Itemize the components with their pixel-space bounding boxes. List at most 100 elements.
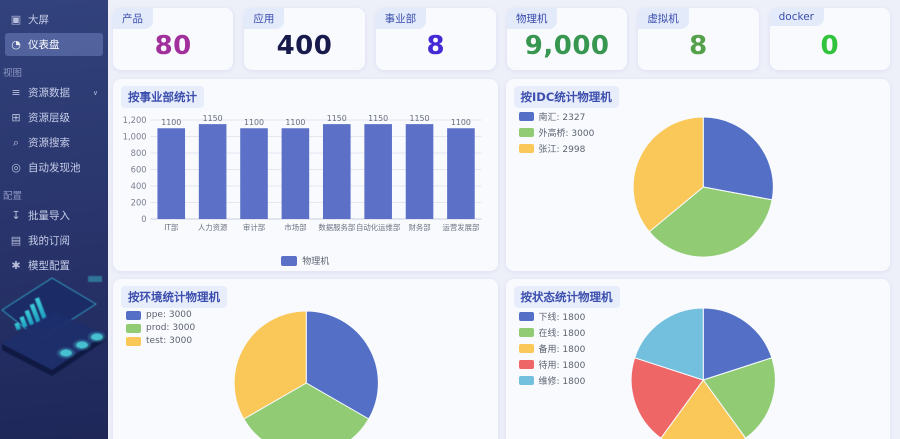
stat-card-label: docker: [770, 8, 824, 26]
sidebar-item-auto-discovery[interactable]: ◎ 自动发现池: [5, 156, 103, 179]
stat-card-value: 400: [244, 31, 364, 61]
svg-text:1100: 1100: [244, 118, 264, 127]
legend-item[interactable]: ppe: 3000: [126, 310, 195, 320]
legend-label: 待用: 1800: [539, 358, 586, 371]
sidebar-item-label: 资源搜索: [28, 135, 70, 150]
legend-item[interactable]: 维修: 1800: [519, 374, 586, 387]
svg-text:1100: 1100: [451, 118, 471, 127]
legend-label: ppe: 3000: [146, 310, 192, 320]
panel-title: 按IDC统计物理机: [514, 86, 619, 108]
panel-pie-by-status: 按状态统计物理机 下线: 1800 在线: 1800 备用: 1800 待用: 180…: [506, 279, 891, 439]
svg-text:1150: 1150: [327, 114, 347, 123]
panel-title: 按状态统计物理机: [514, 286, 620, 308]
legend-item[interactable]: 外高桥: 3000: [519, 126, 595, 139]
sidebar-item-label: 资源数据: [28, 85, 70, 100]
legend-label: 备用: 1800: [539, 342, 586, 355]
svg-text:400: 400: [131, 181, 147, 191]
svg-text:1150: 1150: [368, 114, 388, 123]
stat-card-value: 8: [638, 31, 758, 61]
stat-card-docker: docker 0: [770, 8, 890, 70]
sidebar-item-label: 大屏: [28, 12, 49, 27]
legend-item[interactable]: 在线: 1800: [519, 326, 586, 339]
bar-chart-by-business-unit[interactable]: 02004006008001,0001,2001100IT部1150人力资源11…: [121, 107, 490, 247]
laptop-illustration: [0, 248, 108, 438]
legend-item[interactable]: 待用: 1800: [519, 358, 586, 371]
svg-text:数据服务部: 数据服务部: [318, 222, 355, 232]
sidebar-item-big-screen[interactable]: ▣ 大屏: [5, 8, 103, 31]
stat-card-label: 物理机: [507, 8, 558, 29]
stat-card-value: 9,000: [507, 31, 627, 61]
sidebar-item-dashboard[interactable]: ◔ 仪表盘: [5, 33, 103, 56]
panel-title: 按环境统计物理机: [121, 286, 227, 308]
stat-card-label: 产品: [113, 8, 153, 29]
svg-text:1100: 1100: [285, 118, 305, 127]
svg-text:800: 800: [131, 148, 147, 158]
stat-card-application: 应用 400: [244, 8, 364, 70]
stat-card-business-unit: 事业部 8: [376, 8, 496, 70]
pie-legend: ppe: 3000 prod: 3000 test: 3000: [126, 310, 195, 346]
dashboard-icon: ◔: [10, 38, 22, 51]
discovery-icon: ◎: [10, 161, 22, 174]
main-content: 产品 80 应用 400 事业部 8 物理机 9,000 虚拟机 8 docke…: [108, 0, 900, 439]
legend-item[interactable]: 备用: 1800: [519, 342, 586, 355]
legend-marker: [281, 256, 297, 266]
svg-text:IT部: IT部: [164, 222, 179, 232]
svg-text:1150: 1150: [410, 114, 430, 123]
import-icon: ↧: [10, 209, 22, 222]
charts-grid: 按事业部统计 02004006008001,0001,2001100IT部115…: [113, 79, 890, 439]
svg-text:审计部: 审计部: [243, 222, 266, 232]
search-icon: ⌕: [10, 136, 22, 150]
svg-text:600: 600: [131, 164, 147, 174]
hierarchy-icon: ⊞: [10, 111, 22, 124]
legend-item[interactable]: test: 3000: [126, 336, 195, 346]
stat-card-value: 8: [376, 31, 496, 61]
legend-label: test: 3000: [146, 336, 192, 346]
sidebar-item-resource-data[interactable]: ≡ 资源数据 ∨: [5, 81, 103, 104]
sidebar-item-label: 批量导入: [28, 208, 70, 223]
legend-marker: [126, 311, 141, 320]
legend-marker: [519, 312, 534, 321]
stat-card-label: 事业部: [376, 8, 427, 29]
legend-marker: [519, 328, 534, 337]
sidebar-item-label: 自动发现池: [28, 160, 81, 175]
legend-label: 维修: 1800: [539, 374, 586, 387]
legend-marker: [126, 337, 141, 346]
legend-label: 张江: 2998: [539, 142, 586, 155]
panel-pie-by-environment: 按环境统计物理机 ppe: 3000 prod: 3000 test: 3000: [113, 279, 498, 439]
panel-pie-by-idc: 按IDC统计物理机 南汇: 2327 外高桥: 3000 张江: 2998: [506, 79, 891, 271]
legend-marker: [126, 324, 141, 333]
sidebar-item-batch-import[interactable]: ↧ 批量导入: [5, 204, 103, 227]
stat-card-label: 应用: [244, 8, 284, 29]
list-icon: ≡: [10, 86, 22, 99]
legend-marker: [519, 128, 534, 137]
stat-card-virtual-machine: 虚拟机 8: [638, 8, 758, 70]
subscribe-icon: ▤: [10, 234, 22, 247]
stat-card-value: 80: [113, 31, 233, 61]
legend-item[interactable]: 下线: 1800: [519, 310, 586, 323]
legend-marker: [519, 376, 534, 385]
legend-item[interactable]: 南汇: 2327: [519, 110, 595, 123]
legend-marker: [519, 360, 534, 369]
stats-row: 产品 80 应用 400 事业部 8 物理机 9,000 虚拟机 8 docke…: [113, 8, 890, 70]
chevron-down-icon: ∨: [93, 89, 98, 97]
legend-label: 物理机: [302, 254, 329, 267]
legend-item[interactable]: 张江: 2998: [519, 142, 595, 155]
sidebar-section-config: 配置: [3, 188, 105, 202]
svg-text:财务部: 财务部: [408, 222, 431, 232]
stat-card-product: 产品 80: [113, 8, 233, 70]
sidebar-item-label: 我的订阅: [28, 233, 70, 248]
legend-marker: [519, 344, 534, 353]
svg-text:人力资源: 人力资源: [198, 222, 228, 232]
sidebar-item-resource-hierarchy[interactable]: ⊞ 资源层级: [5, 106, 103, 129]
svg-text:200: 200: [131, 197, 147, 207]
sidebar-item-resource-search[interactable]: ⌕ 资源搜索: [5, 131, 103, 154]
bar-chart-legend[interactable]: 物理机: [113, 254, 498, 267]
legend-label: 南汇: 2327: [539, 110, 586, 123]
legend-marker: [519, 144, 534, 153]
legend-label: prod: 3000: [146, 323, 195, 333]
legend-item[interactable]: prod: 3000: [126, 323, 195, 333]
svg-text:1,000: 1,000: [123, 131, 147, 141]
svg-text:1100: 1100: [161, 118, 181, 127]
svg-text:自动化运维部: 自动化运维部: [356, 222, 401, 232]
svg-text:1,200: 1,200: [123, 115, 147, 125]
